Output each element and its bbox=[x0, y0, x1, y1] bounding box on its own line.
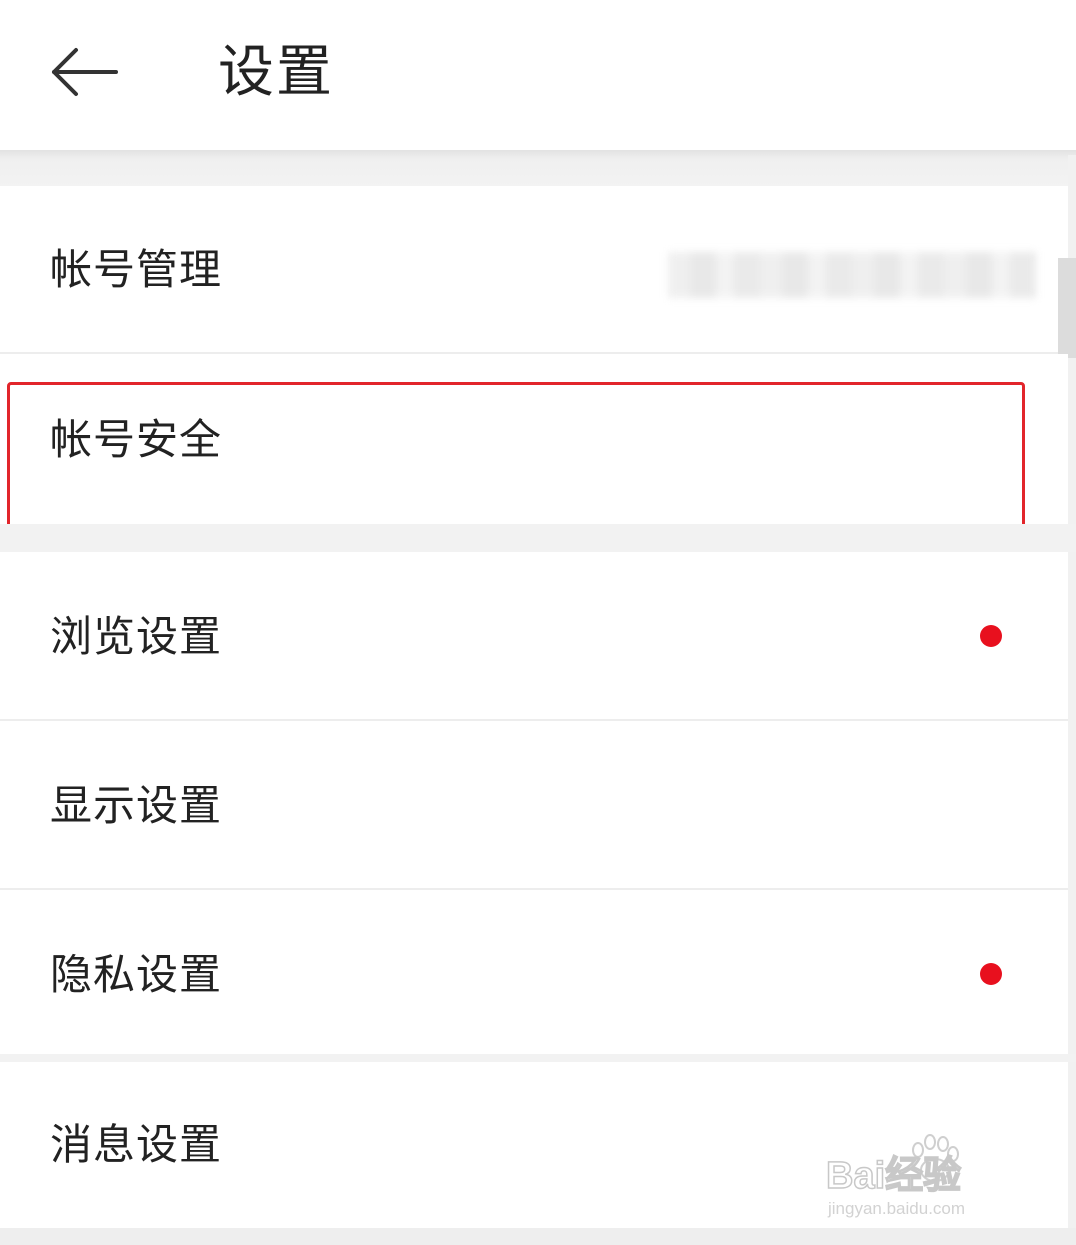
browse-settings-row[interactable]: 浏览设置 bbox=[0, 552, 1068, 718]
app-header: 设置 bbox=[0, 0, 1076, 150]
page-title: 设置 bbox=[218, 40, 334, 105]
settings-page: 设置 帐号管理 帐号安全 浏览设置 显示设置 隐私设置 消息设置 Bai经验 j… bbox=[0, 0, 1076, 1245]
scrollbar-thumb[interactable] bbox=[1058, 258, 1076, 358]
display-settings-row[interactable]: 显示设置 bbox=[0, 721, 1068, 887]
display-settings-label: 显示设置 bbox=[50, 781, 223, 830]
account-name-blurred bbox=[668, 252, 1036, 298]
arrow-left-icon bbox=[52, 48, 118, 96]
bottom-separator bbox=[0, 1228, 1076, 1245]
account-management-row[interactable]: 帐号管理 bbox=[0, 186, 1068, 352]
privacy-settings-label: 隐私设置 bbox=[50, 950, 223, 999]
section-gap bbox=[0, 1054, 1076, 1062]
message-settings-row[interactable]: 消息设置 bbox=[0, 1062, 1068, 1228]
account-security-label: 帐号安全 bbox=[50, 415, 223, 464]
browse-settings-label: 浏览设置 bbox=[50, 612, 223, 661]
browse-settings-badge bbox=[980, 625, 1002, 647]
message-settings-label: 消息设置 bbox=[50, 1120, 223, 1169]
privacy-settings-row[interactable]: 隐私设置 bbox=[0, 890, 1068, 1054]
header-separator bbox=[0, 150, 1076, 186]
back-button[interactable] bbox=[40, 30, 130, 114]
section-gap bbox=[0, 524, 1076, 552]
privacy-settings-badge bbox=[980, 963, 1002, 985]
account-management-label: 帐号管理 bbox=[50, 245, 223, 294]
account-security-row[interactable]: 帐号安全 bbox=[0, 354, 1068, 524]
